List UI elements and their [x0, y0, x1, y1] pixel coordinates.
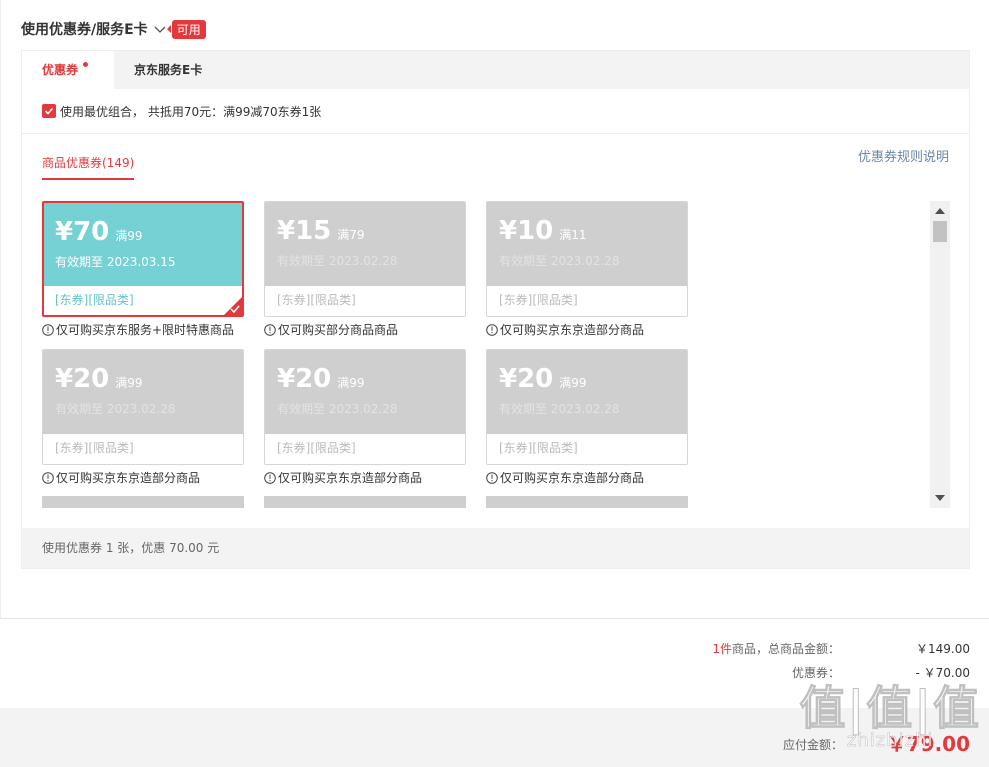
info-icon [42, 471, 54, 484]
scroll-up-icon[interactable] [935, 208, 945, 214]
scroll-thumb[interactable] [933, 221, 947, 242]
best-combo-row: 使用最优组合， 共抵用70元：满99减70东券1张 [22, 89, 969, 134]
coupon-item[interactable]: ¥20 满99 有效期至 2023.02.28 [东券][限品类] 仅可购买京东… [486, 349, 688, 486]
left-border [0, 0, 1, 618]
header-title: 使用优惠券/服务E卡 [21, 22, 148, 38]
info-icon [42, 323, 54, 336]
coupon-card[interactable]: ¥20 满99 有效期至 2023.02.28 [东券][限品类] [486, 349, 688, 465]
coupon-item[interactable]: ¥20 满99 有效期至 2023.02.28 [东券][限品类] 仅可购买京东… [264, 349, 466, 486]
coupon-discount-label: 优惠券： [791, 666, 840, 680]
tab-coupons[interactable]: 优惠券 [22, 51, 114, 89]
coupon-item[interactable]: ¥15 满79 有效期至 2023.02.28 [东券][限品类] 仅可购买部分… [264, 201, 466, 338]
coupon-card-partial[interactable] [486, 496, 688, 508]
best-combo-checkbox[interactable] [42, 104, 56, 118]
scroll-down-icon[interactable] [935, 495, 945, 501]
coupon-panel: 优惠券 京东服务E卡 使用最优组合， 共抵用70元：满99减70东券1张 商品优… [21, 50, 970, 569]
coupon-card[interactable]: ¥10 满11 有效期至 2023.02.28 [东券][限品类] [486, 201, 688, 317]
coupon-item[interactable]: ¥20 满99 有效期至 2023.02.28 [东券][限品类] 仅可购买京东… [42, 349, 244, 486]
coupon-summary: 使用优惠券 1 张，优惠 70.00 元 [22, 528, 969, 568]
coupon-card[interactable]: ¥20 满99 有效期至 2023.02.28 [东券][限品类] [264, 349, 466, 465]
order-totals: 1件商品，总商品金额： ￥149.00 优惠券： - ￥70.00 [712, 640, 970, 688]
coupon-amount: ¥20 [277, 364, 332, 394]
coupon-note: 仅可购买部分商品商品 [264, 321, 466, 338]
coupon-note: 仅可购买京东京造部分商品 [42, 469, 244, 486]
coupon-condition: 满99 [115, 229, 143, 243]
info-icon [486, 471, 498, 484]
amount-due-value: ￥79.00 [886, 732, 970, 756]
info-icon [264, 471, 276, 484]
best-combo-text: 使用最优组合， 共抵用70元：满99减70东券1张 [60, 104, 322, 119]
items-total-row: 1件商品，总商品金额： ￥149.00 [712, 640, 970, 664]
info-icon [486, 323, 498, 336]
chevron-down-icon[interactable] [154, 23, 166, 35]
coupon-list: ¥70 满99 有效期至 2023.03.15 [东券][限品类] 仅可购买京东… [42, 201, 950, 508]
coupon-validity: 有效期至 2023.03.15 [55, 255, 176, 269]
coupon-amount: ¥20 [55, 364, 110, 394]
coupon-item[interactable]: ¥10 满11 有效期至 2023.02.28 [东券][限品类] 仅可购买京东… [486, 201, 688, 338]
coupon-tag: [东券][限品类] [487, 286, 687, 316]
tab-coupons-label: 优惠券 [42, 63, 79, 77]
coupon-card-partial[interactable] [264, 496, 466, 508]
info-icon [264, 323, 276, 336]
coupon-tag: [东券][限品类] [44, 286, 242, 315]
coupon-validity: 有效期至 2023.02.28 [499, 254, 620, 268]
items-total-value: ￥149.00 [916, 642, 970, 656]
coupon-rules-link[interactable]: 优惠券规则说明 [858, 146, 949, 165]
coupon-card[interactable]: ¥20 满99 有效期至 2023.02.28 [东券][限品类] [42, 349, 244, 465]
notification-dot [83, 62, 88, 67]
subtab-product-coupons[interactable]: 商品优惠券(149) [42, 154, 135, 180]
coupon-discount-row: 优惠券： - ￥70.00 [712, 664, 970, 688]
coupon-condition: 满99 [337, 376, 365, 390]
check-icon [230, 305, 240, 313]
coupon-note: 仅可购买京东京造部分商品 [486, 321, 688, 338]
coupon-validity: 有效期至 2023.02.28 [55, 402, 176, 416]
coupon-tag: [东券][限品类] [487, 434, 687, 464]
coupon-note: 仅可购买京东服务+限时特惠商品 [42, 321, 244, 338]
coupon-amount: ¥70 [55, 217, 110, 247]
coupon-card-selected[interactable]: ¥70 满99 有效期至 2023.03.15 [东券][限品类] [42, 201, 244, 317]
coupon-amount: ¥10 [499, 216, 554, 246]
divider [0, 618, 989, 619]
coupon-amount: ¥20 [499, 364, 554, 394]
coupon-item[interactable]: ¥70 满99 有效期至 2023.03.15 [东券][限品类] 仅可购买京东… [42, 201, 244, 338]
coupon-validity: 有效期至 2023.02.28 [277, 254, 398, 268]
payment-bar: 应付金额： ￥79.00 [0, 708, 989, 767]
tab-bar: 优惠券 京东服务E卡 [22, 51, 969, 89]
coupon-tag: [东券][限品类] [265, 286, 465, 316]
coupon-card-partial[interactable] [42, 496, 244, 508]
items-total-label: 商品，总商品金额： [731, 642, 840, 656]
tab-service-ecard[interactable]: 京东服务E卡 [114, 51, 202, 89]
coupon-list-scrollbar[interactable] [930, 201, 950, 508]
coupon-tag: [东券][限品类] [43, 434, 243, 464]
coupon-tag: [东券][限品类] [265, 434, 465, 464]
coupon-condition: 满79 [337, 228, 365, 242]
coupon-card[interactable]: ¥15 满79 有效期至 2023.02.28 [东券][限品类] [264, 201, 466, 317]
coupon-discount-value: - ￥70.00 [915, 666, 971, 680]
tab-service-ecard-label: 京东服务E卡 [134, 63, 203, 77]
coupon-header: 使用优惠券/服务E卡 可用 [21, 18, 206, 40]
available-badge: 可用 [166, 19, 206, 39]
coupon-note: 仅可购买京东京造部分商品 [264, 469, 466, 486]
amount-due-label: 应付金额： [782, 738, 843, 752]
coupon-validity: 有效期至 2023.02.28 [499, 402, 620, 416]
coupon-validity: 有效期至 2023.02.28 [277, 402, 398, 416]
coupon-condition: 满99 [559, 376, 587, 390]
item-count: 1件 [712, 642, 732, 656]
check-icon [44, 107, 54, 115]
coupon-condition: 满99 [115, 376, 143, 390]
coupon-amount: ¥15 [277, 216, 332, 246]
coupon-note: 仅可购买京东京造部分商品 [486, 469, 688, 486]
coupon-condition: 满11 [559, 228, 587, 242]
